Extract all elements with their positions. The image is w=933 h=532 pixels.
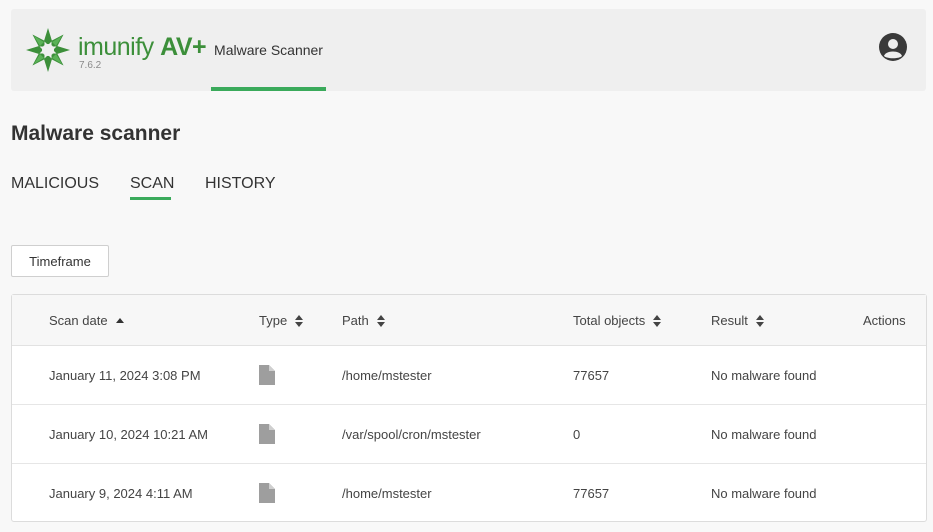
sort-icon (295, 314, 304, 327)
cell-type (259, 405, 275, 463)
column-header-path[interactable]: Path (342, 295, 385, 346)
cell-scan-date: January 9, 2024 4:11 AM (49, 485, 193, 501)
cell-path: /var/spool/cron/mstester (342, 426, 481, 442)
page-title: Malware scanner (11, 122, 181, 145)
table-row[interactable]: January 10, 2024 10:21 AM /var/spool/cro… (12, 405, 926, 464)
timeframe-button[interactable]: Timeframe (11, 245, 109, 277)
column-header-label: Path (342, 313, 369, 328)
tab-malicious[interactable]: MALICIOUS (11, 175, 99, 193)
cell-total-objects: 77657 (573, 367, 610, 383)
sort-icon (653, 314, 662, 327)
cell-result: No malware found (711, 426, 817, 442)
cell-type (259, 464, 275, 522)
table-row[interactable]: January 9, 2024 4:11 AM /home/mstester 7… (12, 464, 926, 523)
file-icon (259, 483, 275, 503)
column-header-total-objects[interactable]: Total objects (573, 295, 662, 346)
column-header-scan-date[interactable]: Scan date (49, 295, 124, 346)
nav-tab-active-indicator (211, 87, 326, 91)
tab-history[interactable]: HISTORY (205, 175, 276, 193)
table-header: Scan date Type Path Total objects Result… (12, 295, 926, 346)
app-version: 7.6.2 (79, 60, 102, 71)
cell-total-objects: 0 (573, 426, 581, 442)
cell-path: /home/mstester (342, 485, 432, 501)
cell-path: /home/mstester (342, 367, 432, 383)
tab-scan[interactable]: SCAN (130, 175, 174, 193)
tab-active-indicator (130, 197, 171, 200)
cell-result: No malware found (711, 367, 817, 383)
sort-icon (755, 314, 764, 327)
nav-tab-malware-scanner[interactable]: Malware Scanner (211, 9, 326, 91)
column-header-label: Total objects (573, 313, 646, 328)
sort-icon (376, 314, 385, 327)
cell-total-objects: 77657 (573, 485, 610, 501)
cell-result: No malware found (711, 485, 817, 501)
user-avatar-icon[interactable] (879, 33, 907, 61)
column-header-label: Type (259, 313, 288, 328)
brand-name: imunify AV+ (78, 33, 207, 61)
column-header-result[interactable]: Result (711, 295, 764, 346)
imunify-logo-icon (26, 28, 70, 72)
sort-ascending-icon (115, 317, 124, 323)
cell-type (259, 346, 275, 404)
cell-scan-date: January 11, 2024 3:08 PM (49, 367, 201, 383)
scan-table: Scan date Type Path Total objects Result… (11, 294, 927, 522)
brand-suffix: AV+ (160, 33, 207, 61)
cell-scan-date: January 10, 2024 10:21 AM (49, 426, 209, 442)
column-header-actions: Actions (863, 313, 906, 328)
brand-name-text: imunify (78, 33, 154, 61)
table-row[interactable]: January 11, 2024 3:08 PM /home/mstester … (12, 346, 926, 405)
file-icon (259, 424, 275, 444)
column-header-label: Result (711, 313, 748, 328)
app-header: imunify AV+ 7.6.2 Malware Scanner (11, 9, 926, 91)
column-header-type[interactable]: Type (259, 295, 304, 346)
file-icon (259, 365, 275, 385)
column-header-label: Scan date (49, 313, 108, 328)
